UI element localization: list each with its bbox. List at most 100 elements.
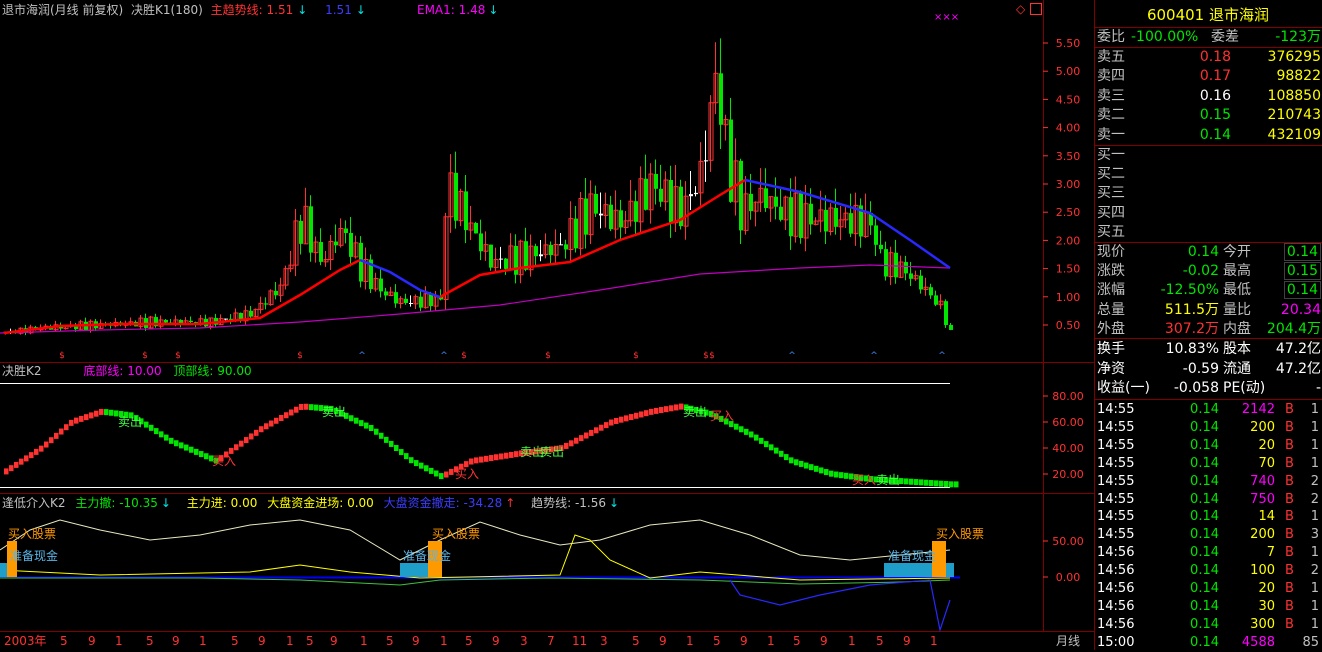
k2-step [309,404,314,411]
tick-time: 14:55 [1097,419,1135,435]
ask-price: 0.17 [1199,68,1231,85]
tick-row[interactable]: 14:55 0.14 14 B 1 [1095,508,1321,526]
tick-row[interactable]: 14:55 0.14 200 B 1 [1095,419,1321,437]
candle-body [584,198,588,235]
time-axis-tick: 5 [306,634,314,648]
tick-row[interactable]: 14:55 0.14 20 B 1 [1095,437,1321,455]
candle-body [299,220,303,244]
k2-step [409,457,414,464]
time-axis-start: 2003年 [4,634,47,648]
k2-step [644,410,649,417]
k2-step [299,403,304,410]
k2-step [144,421,149,428]
k2-step [279,415,284,422]
k2-step [44,441,49,448]
tick-count: 2 [1310,563,1319,579]
tick-count: 1 [1310,581,1319,596]
signal-marker: $ [142,351,148,361]
k3-signal-block [400,563,428,577]
stat-label: 涨跌 [1097,263,1125,280]
k2-step [469,458,474,465]
k2-step [759,437,764,444]
k2-step [574,437,579,444]
stat-value: - [1315,380,1321,396]
candle-body [929,287,933,296]
window-toggle-icon[interactable] [1030,3,1042,15]
tick-row[interactable]: 14:56 0.14 100 B 2 [1095,562,1321,580]
k2-step [619,416,624,423]
tick-row[interactable]: 14:55 0.14 2142 B 1 [1095,401,1321,419]
time-axis-tick: 3 [520,634,528,648]
signal-marker: $ [175,351,181,361]
candle-body [659,188,663,202]
candle-body [559,244,563,246]
k2-step [314,404,319,411]
k2-signal-label: 卖出 [540,445,564,459]
tick-row[interactable]: 14:56 0.14 300 B 1 [1095,616,1321,634]
candle-body [504,258,508,269]
price-tick-label: 1.00 [1056,291,1081,304]
k2-step [359,420,364,427]
period-button[interactable]: 月线 [1044,632,1092,650]
k2-step [109,409,114,416]
k1-label: 决胜K1(180) [131,3,203,17]
k2-step [804,462,809,469]
tick-time: 14:55 [1097,455,1135,471]
tick-row[interactable]: 14:56 0.14 7 B 1 [1095,544,1321,562]
stat-value: -12.50% [1160,282,1219,299]
stat-value: -0.59 [1182,360,1219,377]
chart-area[interactable]: 5.50 5.00 4.50 4.00 3.50 3.00 2.50 2.00 1.50 1.00… [0,0,1094,650]
stat-label: PE(动) [1223,380,1266,396]
k2-axis: 80.00 60.00 40.00 20.00 [1043,390,1084,481]
candle-body [834,207,838,227]
stat-label: 量比 [1223,301,1251,318]
time-axis-tick: 5 [632,634,640,648]
signal-marker: $ [633,351,639,361]
prepare-cash-label: 准备现金 [403,548,451,563]
ask-volume: 376295 [1267,49,1321,65]
k2-step [249,433,254,440]
time-axis-tick: 3 [600,634,608,648]
stock-heading: 600401 退市海润 [1095,4,1321,26]
ema1-indicator: EMA1: 1.48 ↓ [417,3,499,17]
candle-body [479,233,483,252]
tick-row[interactable]: 14:55 0.14 750 B 2 [1095,491,1321,509]
k2-step [669,405,674,412]
stat-label: 现价 [1097,244,1125,260]
tick-time: 14:56 [1097,598,1135,614]
time-axis-tick: 5 [60,634,68,648]
time-axis-tick: 1 [848,634,856,648]
candle-body [499,258,503,260]
tick-price: 0.14 [1190,455,1219,471]
k3-header: 逢低介入K2 主力撤: -10.35 ↓ 主力进: 0.00 大盘资金进场: 0.… [2,495,631,511]
time-axis-tick: 5 [231,634,239,648]
k2-step [659,407,664,414]
tick-time: 14:55 [1097,437,1135,453]
tick-count: 1 [1310,402,1319,417]
main-chart-header: 退市海润(月线 前复权) 决胜K1(180) 主趋势线: 1.51 ↓ 1.51 ↓ [2,2,374,18]
diamond-icon[interactable]: ◇ [1016,2,1025,16]
k2-step-series [4,403,959,488]
candle-body [779,206,783,220]
k2-step [749,431,754,438]
candle-body [249,310,253,317]
tick-side: B [1285,419,1294,435]
main-sell-indicator: 主力撤: -10.35 ↓ [75,496,171,510]
tick-volume: 20 [1258,437,1275,453]
candle-body [319,242,323,262]
tick-row[interactable]: 14:55 0.14 740 B 2 [1095,473,1321,491]
k2-step [839,472,844,479]
tick-row[interactable]: 14:56 0.14 30 B 1 [1095,598,1321,616]
price-tick-label: 4.50 [1056,93,1081,106]
tick-row[interactable]: 14:55 0.14 200 B 3 [1095,526,1321,544]
tick-row[interactable]: 15:00 0.14 4588 85 [1095,634,1321,652]
tick-row[interactable]: 14:56 0.14 20 B 1 [1095,580,1321,598]
tick-row[interactable]: 14:55 0.14 70 B 1 [1095,455,1321,473]
candle-body [264,303,268,305]
candle-body [669,180,673,223]
tick-count: 1 [1310,437,1319,453]
time-axis-tick: 1 [286,634,294,648]
k2-step [834,471,839,478]
tick-time: 14:56 [1097,563,1135,579]
time-axis-tick: 5 [146,634,154,648]
